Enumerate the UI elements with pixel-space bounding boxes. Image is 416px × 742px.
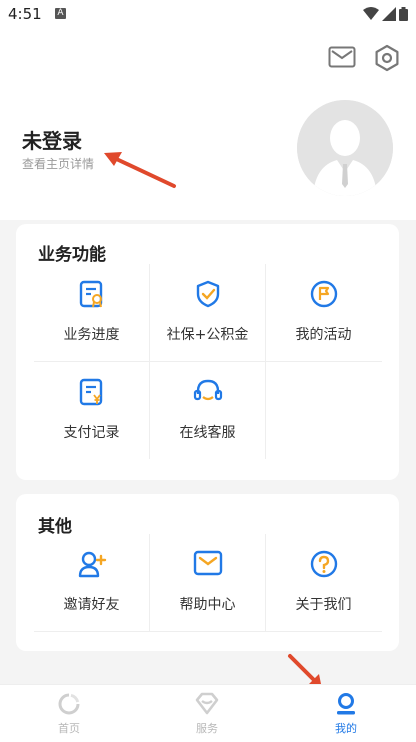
help-center-label: 帮助中心 [179,597,236,613]
view-profile-link[interactable]: 查看主页详情 [22,155,94,172]
profile-icon [337,693,355,715]
tab-home[interactable]: 首页 [0,685,138,742]
tab-mine-label: 我的 [335,722,357,735]
online-service-label: 在线客服 [179,425,236,441]
status-bar: 4:51 A [0,0,416,28]
tab-home-label: 首页 [58,722,80,735]
tab-mine[interactable]: 我的 [277,685,415,742]
other-card: 其他 邀请好友 帮助中心 关于我们 [16,494,399,651]
message-button[interactable] [328,46,356,72]
my-activities-item[interactable]: 我的活动 [266,264,381,361]
invite-friends-label: 邀请好友 [63,597,120,613]
headset-icon [193,379,222,401]
home-icon [58,693,80,715]
default-avatar-icon [297,100,393,196]
settings-button[interactable] [373,44,401,76]
invite-friends-item[interactable]: 邀请好友 [34,534,149,631]
mail-icon [193,550,222,576]
help-center-item[interactable]: 帮助中心 [150,534,265,631]
flag-icon [310,280,337,308]
notification-a-icon: A [55,8,66,19]
add-user-icon [78,551,106,578]
my-activities-label: 我的活动 [295,327,352,343]
status-indicators [363,7,408,21]
avatar[interactable] [297,100,393,196]
service-icon [195,692,219,715]
shield-check-icon [196,280,219,308]
social-security-label: 社保+公积金 [166,327,249,343]
business-section-title: 业务功能 [38,245,106,265]
gear-icon [375,44,399,72]
about-us-label: 关于我们 [295,597,352,613]
online-service-item[interactable]: 在线客服 [150,362,265,459]
social-security-item[interactable]: 社保+公积金 [150,264,265,361]
tab-service-label: 服务 [196,722,218,735]
annotation-arrow-icon [104,152,176,188]
wifi-icon [363,7,379,20]
signal-icon [382,7,396,21]
bottom-tab-bar: 首页 服务 我的 [0,684,416,742]
payment-record-label: 支付记录 [63,425,120,441]
status-time: 4:51 [8,5,42,23]
payment-record-item[interactable]: 支付记录 [34,362,149,459]
certificate-icon [79,280,102,308]
login-status-title[interactable]: 未登录 [22,125,82,154]
tab-service[interactable]: 服务 [138,685,276,742]
about-us-item[interactable]: 关于我们 [266,534,381,631]
business-functions-card: 业务功能 业务进度 社保+公积金 我的活动 支付记录 在线客服 [16,224,399,480]
payment-record-icon [79,378,102,406]
mail-icon [328,46,356,68]
battery-icon [399,7,408,21]
question-icon [310,550,337,578]
business-progress-label: 业务进度 [63,327,120,343]
business-progress-item[interactable]: 业务进度 [34,264,149,361]
